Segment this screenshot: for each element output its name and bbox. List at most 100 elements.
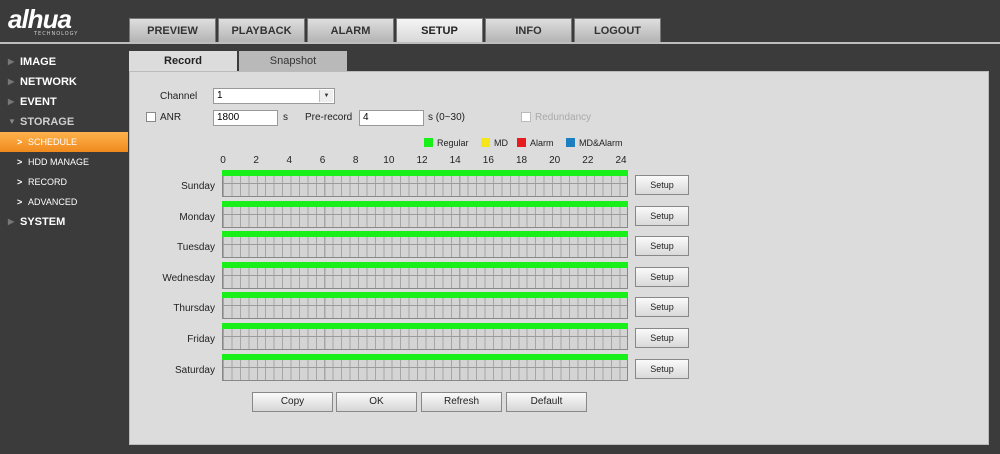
sidebar-item-storage[interactable]: ▼ STORAGE <box>0 112 128 132</box>
regular-record-bar <box>222 261 628 268</box>
sidebar-item-network[interactable]: ▶ NETWORK <box>0 72 128 92</box>
chevron-right-icon: > <box>17 197 23 207</box>
hour-tick-label: 10 <box>383 155 395 166</box>
setup-button[interactable]: Setup <box>635 297 689 318</box>
setup-button[interactable]: Setup <box>635 328 689 348</box>
sidebar-item-label: ADVANCED <box>28 197 78 207</box>
schedule-grid-row[interactable] <box>222 358 628 381</box>
prerecord-input[interactable]: 4 <box>359 110 424 126</box>
anr-label: ANR <box>160 112 182 123</box>
sidebar-item-label: EVENT <box>20 96 57 108</box>
legend-md: MD <box>481 137 508 149</box>
hour-tick-label: 8 <box>352 155 359 166</box>
chevron-down-icon[interactable]: ▼ <box>319 90 333 102</box>
sidebar-item-label: SCHEDULE <box>28 137 78 147</box>
sidebar-item-event[interactable]: ▶ EVENT <box>0 92 128 112</box>
sidebar-item-label: SYSTEM <box>20 216 66 228</box>
tab-logout[interactable]: LOGOUT <box>574 18 661 42</box>
ok-button[interactable]: OK <box>336 392 417 412</box>
sidebar-item-label: IMAGE <box>20 56 57 68</box>
anr-unit: s <box>283 112 288 123</box>
hour-tick-label: 6 <box>319 155 326 166</box>
hour-tick-label: 12 <box>416 155 428 166</box>
tab-alarm[interactable]: ALARM <box>307 18 394 42</box>
schedule-grid-row[interactable] <box>222 266 628 289</box>
day-label: Sunday <box>181 181 215 192</box>
setup-button[interactable]: Setup <box>635 205 689 226</box>
hour-tick-label: 14 <box>449 155 461 166</box>
sidebar-item-label: NETWORK <box>20 76 77 88</box>
legend-swatch-md-alarm <box>566 138 575 147</box>
tab-setup[interactable]: SETUP <box>396 18 483 42</box>
sidebar-item-label: HDD MANAGE <box>28 157 90 167</box>
schedule-grid-row[interactable] <box>222 297 628 320</box>
tab-preview[interactable]: PREVIEW <box>129 18 216 42</box>
sidebar-subitem-hdd-manage[interactable]: > HDD MANAGE <box>0 152 128 172</box>
schedule-grid-row[interactable] <box>222 328 628 350</box>
setup-button[interactable]: Setup <box>635 358 689 379</box>
triangle-right-icon: ▶ <box>8 217 15 226</box>
legend-swatch-alarm <box>517 138 526 147</box>
triangle-right-icon: ▶ <box>8 77 15 86</box>
sidebar-item-system[interactable]: ▶ SYSTEM <box>0 212 128 232</box>
redundancy-checkbox[interactable] <box>521 112 531 122</box>
day-label: Thursday <box>173 303 215 315</box>
legend-md-alarm: MD&Alarm <box>566 137 623 149</box>
legend-label: MD <box>494 138 508 148</box>
setup-button[interactable]: Setup <box>635 236 689 257</box>
brand-subtitle: TECHNOLOGY <box>34 31 79 37</box>
hour-tick-label: 22 <box>582 155 594 166</box>
header-divider <box>0 42 1000 44</box>
day-label: Tuesday <box>177 242 215 254</box>
sidebar-item-label: STORAGE <box>20 116 75 128</box>
hour-tick-label: 20 <box>549 155 561 166</box>
legend-label: Alarm <box>530 138 554 148</box>
sidebar-subitem-schedule[interactable]: > SCHEDULE <box>0 132 128 152</box>
legend-swatch-regular <box>424 138 433 147</box>
hour-tick-label: 0 <box>220 155 226 166</box>
sidebar-item-label: RECORD <box>28 177 68 187</box>
channel-select[interactable]: 1 ▼ <box>213 88 335 104</box>
tab-snapshot[interactable]: Snapshot <box>239 51 347 71</box>
regular-record-bar <box>222 200 628 207</box>
hour-tick-label: 4 <box>286 155 293 166</box>
anr-checkbox[interactable] <box>146 112 156 122</box>
triangle-right-icon: ▶ <box>8 97 15 106</box>
tab-info[interactable]: INFO <box>485 18 572 42</box>
channel-label: Channel <box>160 91 198 102</box>
sidebar-subitem-record[interactable]: > RECORD <box>0 172 128 192</box>
sidebar-subitem-advanced[interactable]: > ADVANCED <box>0 192 128 212</box>
chevron-right-icon: > <box>17 157 23 167</box>
setup-button[interactable]: Setup <box>635 175 689 195</box>
legend-swatch-md <box>481 138 490 147</box>
day-label: Friday <box>187 334 215 345</box>
sidebar-item-image[interactable]: ▶ IMAGE <box>0 52 128 72</box>
tab-playback[interactable]: PLAYBACK <box>218 18 305 42</box>
chevron-right-icon: > <box>17 177 23 187</box>
legend-regular: Regular <box>424 137 469 149</box>
prerecord-label: Pre-record <box>305 112 353 123</box>
triangle-down-icon: ▼ <box>8 117 16 126</box>
prerecord-unit: s (0~30) <box>428 112 465 123</box>
tab-record[interactable]: Record <box>129 51 237 71</box>
schedule-grid-row[interactable] <box>222 236 628 259</box>
regular-record-bar <box>222 353 628 360</box>
sidebar: ▶ IMAGE ▶ NETWORK ▶ EVENT ▼ STORAGE > SCHEDUL… <box>0 52 128 232</box>
schedule-grid-row[interactable] <box>222 175 628 197</box>
hour-tick-label: 2 <box>253 155 259 166</box>
refresh-button[interactable]: Refresh <box>421 392 502 412</box>
regular-record-bar <box>222 323 628 329</box>
hour-tick-label: 18 <box>515 155 528 166</box>
regular-record-bar <box>222 292 628 299</box>
copy-button[interactable]: Copy <box>252 392 333 412</box>
channel-select-value: 1 <box>217 90 223 101</box>
day-label: Monday <box>179 211 215 223</box>
schedule-grid-row[interactable] <box>222 205 628 228</box>
redundancy-label: Redundancy <box>535 112 592 123</box>
setup-button[interactable]: Setup <box>635 266 689 287</box>
day-label: Wednesday <box>162 272 215 284</box>
anr-input[interactable]: 1800 <box>213 110 278 126</box>
default-button[interactable]: Default <box>506 392 587 412</box>
legend-label: Regular <box>437 138 469 148</box>
regular-record-bar <box>222 170 628 176</box>
